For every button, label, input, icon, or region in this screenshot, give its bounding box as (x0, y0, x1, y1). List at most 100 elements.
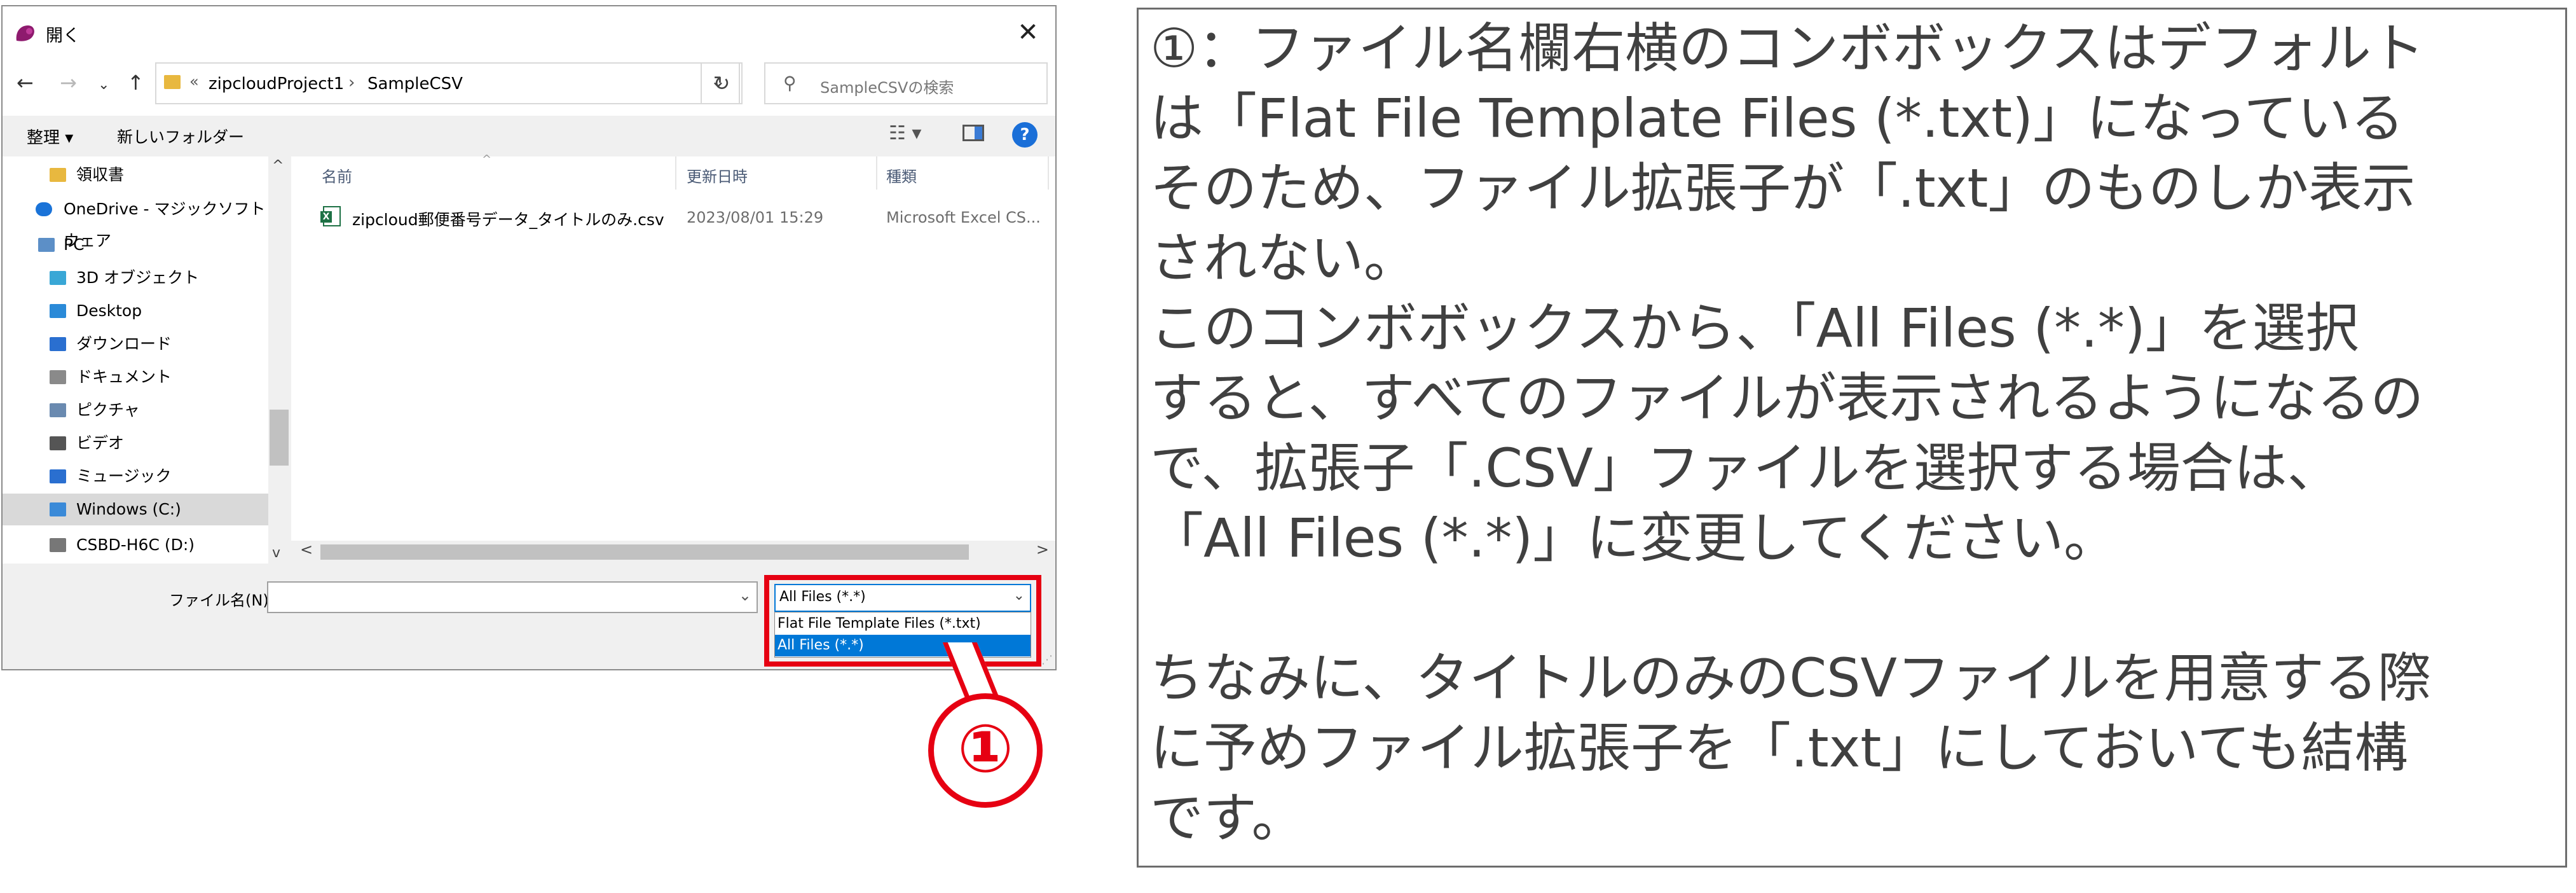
search-input[interactable]: ⚲ SampleCSVの検索 (764, 62, 1048, 104)
filename-field[interactable]: ⌄ (267, 581, 758, 613)
note-line: されない。 (1150, 227, 1418, 289)
column-header-date[interactable]: 更新日時 (687, 164, 748, 186)
note-line: ちなみに、タイトルのみのCSVファイルを用意する際 (1150, 647, 2431, 709)
nav-pane-item[interactable]: ドキュメント (3, 361, 268, 393)
preview-pane-icon[interactable] (963, 125, 984, 141)
nav-pane-item-label: ピクチャ (76, 401, 140, 419)
close-button[interactable]: ✕ (1012, 17, 1044, 48)
file-type-selected: All Files (*.*) (779, 589, 866, 605)
nav-pane-item[interactable]: 領収書 (3, 159, 268, 191)
note-line: 「All Files (*.*)」に変更してください。 (1150, 507, 2118, 569)
pc-icon (38, 238, 55, 252)
nav-pane-item[interactable]: PC (3, 229, 268, 261)
scroll-thumb[interactable] (270, 410, 289, 466)
nav-pane-item-label: 3D オブジェクト (76, 268, 200, 287)
nav-pane-item[interactable]: ピクチャ (3, 394, 268, 426)
help-icon[interactable]: ? (1012, 122, 1038, 148)
nav-pane-item-label: PC (64, 235, 85, 254)
chevron-down-icon[interactable]: ⌄ (739, 586, 751, 604)
nav-pane-item-label: 領収書 (76, 165, 125, 184)
video-icon (50, 436, 66, 450)
nav-pane-item-label: Windows (C:) (76, 500, 181, 518)
scroll-down-icon[interactable]: v (272, 545, 280, 561)
nav-scrollbar[interactable]: ^ v (268, 156, 291, 564)
file-type-combobox[interactable]: All Files (*.*) ⌄ (774, 584, 1031, 612)
explanation-note: ①：ファイル名欄右横のコンボボックスはデフォルト は「Flat File Temp… (1137, 8, 2567, 868)
picture-icon (50, 403, 66, 417)
breadcrumb-segment[interactable]: SampleCSV (367, 74, 463, 93)
nav-pane-item[interactable]: Windows (C:) (3, 494, 268, 525)
nav-pane-item[interactable]: CSBD-H6C (D:) (3, 529, 268, 561)
column-divider[interactable] (1048, 156, 1049, 190)
nav-pane-item[interactable]: 3D オブジェクト (3, 262, 268, 294)
scroll-thumb[interactable] (320, 544, 969, 560)
file-type-dropdown-list: Flat File Template Files (*.txt) All Fil… (774, 612, 1031, 658)
nav-pane-item[interactable]: ダウンロード (3, 328, 268, 360)
note-line: すると、すべてのファイルが表示されるようになるの (1150, 367, 2424, 429)
nav-pane-item[interactable]: ミュージック (3, 460, 268, 492)
download-icon (50, 337, 66, 351)
music-icon (50, 469, 66, 483)
refresh-button[interactable]: ↻ (701, 62, 743, 104)
nav-pane-item-label: ミュージック (76, 467, 172, 485)
title-bar: 開く ✕ (3, 6, 1055, 57)
file-type-option-selected[interactable]: All Files (*.*) (775, 635, 1031, 656)
search-icon: ⚲ (783, 73, 797, 93)
filename-label: ファイル名(N): (169, 592, 274, 609)
address-overflow[interactable]: « (189, 73, 199, 90)
nav-pane-item-label: ダウンロード (76, 335, 172, 353)
column-divider[interactable] (675, 156, 676, 190)
app-logo-icon (14, 23, 37, 43)
file-row[interactable]: zipcloud郵便番号データ_タイトルのみ.csv 2023/08/01 15… (291, 201, 1054, 234)
note-line: そのため、ファイル拡張子が「.txt」のものしか表示 (1150, 157, 2416, 219)
scroll-up-icon[interactable]: ^ (272, 158, 284, 174)
nav-pane-item[interactable]: ビデオ (3, 427, 268, 459)
file-type-option[interactable]: Flat File Template Files (*.txt) (775, 613, 1031, 635)
note-line: で、拡張子「.CSV」ファイルを選択する場合は、 (1150, 437, 2341, 499)
sort-arrow-icon: ^ (482, 153, 492, 166)
note-line (1150, 573, 2559, 643)
forward-button[interactable]: → (60, 70, 77, 95)
file-name: zipcloud郵便番号データ_タイトルのみ.csv (352, 211, 664, 229)
excel-csv-icon (320, 206, 341, 226)
back-button[interactable]: ← (17, 70, 34, 95)
address-bar[interactable]: « zipcloudProject1 › SampleCSV ⌄ (155, 62, 740, 104)
view-options-button[interactable]: ☷ ▾ (889, 122, 922, 144)
breadcrumb-segment[interactable]: zipcloudProject1 (209, 74, 344, 93)
scroll-right-icon[interactable]: > (1036, 541, 1049, 558)
nav-pane-item-label: ビデオ (76, 434, 125, 452)
document-icon (50, 370, 66, 384)
chevron-down-icon[interactable]: ⌄ (1013, 588, 1025, 604)
nav-pane-item-label: CSBD-H6C (D:) (76, 536, 195, 554)
column-header-name[interactable]: 名前 (322, 164, 352, 186)
column-divider[interactable] (876, 156, 877, 190)
note-line: に予めファイル拡張子を「.txt」にしておいても結構 (1150, 717, 2408, 779)
callout-marker: ① (928, 693, 1043, 808)
open-file-dialog: 開く ✕ ← → ⌄ ↑ « zipcloudProject1 › Sample… (1, 5, 1057, 670)
note-line: このコンボボックスから、「All Files (*.*)」を選択 (1150, 297, 2359, 359)
folder-icon (50, 168, 66, 182)
breadcrumb-separator[interactable]: › (348, 73, 355, 92)
horizontal-scrollbar[interactable]: < > (291, 541, 1055, 564)
command-bar: 整理 ▾ 新しいフォルダー ☷ ▾ ? (3, 116, 1055, 156)
up-folder-button[interactable]: ↑ (127, 70, 144, 95)
resize-grip-icon[interactable]: ⋰ (1041, 653, 1053, 667)
scroll-left-icon[interactable]: < (300, 541, 313, 558)
nav-pane-item[interactable]: OneDrive - マジックソフトウェア (3, 193, 268, 250)
search-placeholder: SampleCSVの検索 (820, 79, 954, 97)
folder-icon (164, 75, 181, 89)
dialog-title: 開く (46, 26, 80, 46)
drive-icon (50, 538, 66, 552)
dialog-footer: ファイル名(N): ⌄ All Files (*.*) ⌄ Flat File … (3, 564, 1055, 669)
file-type: Microsoft Excel CS... (886, 209, 1041, 226)
note-line: は「Flat File Template Files (*.txt)」になってい… (1150, 87, 2404, 149)
new-folder-button[interactable]: 新しいフォルダー (117, 125, 244, 148)
recent-locations-button[interactable]: ⌄ (98, 73, 109, 98)
organize-button[interactable]: 整理 ▾ (27, 125, 73, 148)
navigation-pane: 領収書 OneDrive - マジックソフトウェア PC 3D オブジェクト Deskt… (3, 156, 268, 564)
nav-pane-item[interactable]: Desktop (3, 295, 268, 327)
nav-pane-item-label: ドキュメント (76, 368, 172, 386)
column-headers: ^ 名前 更新日時 種類 (291, 153, 1054, 190)
column-header-type[interactable]: 種類 (886, 164, 917, 186)
file-date: 2023/08/01 15:29 (687, 209, 824, 226)
